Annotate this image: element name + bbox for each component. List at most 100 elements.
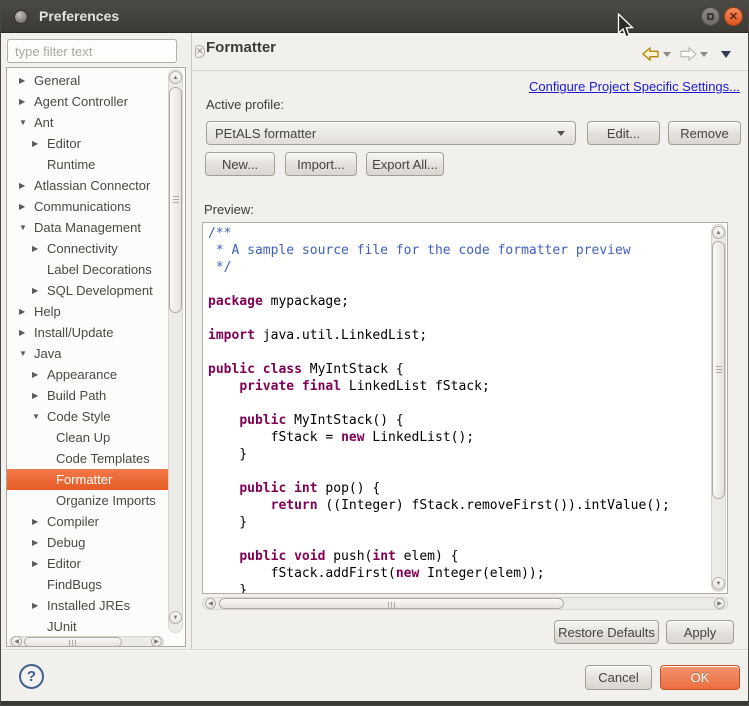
sidebar-item-findbugs[interactable]: FindBugs: [7, 574, 168, 595]
chevron-collapsed-icon[interactable]: ▶: [19, 175, 34, 196]
help-button[interactable]: ?: [19, 664, 44, 689]
filter-input[interactable]: [8, 44, 195, 59]
pane-divider[interactable]: [191, 33, 192, 649]
sidebar-item-help[interactable]: ▶Help: [7, 301, 168, 322]
code-line: [208, 310, 709, 327]
chevron-collapsed-icon[interactable]: ▶: [32, 553, 47, 574]
configure-project-settings-link[interactable]: Configure Project Specific Settings...: [529, 79, 740, 94]
chevron-collapsed-icon[interactable]: ▶: [19, 91, 34, 112]
filter-field[interactable]: ✕: [7, 39, 177, 63]
sidebar-item-install-update[interactable]: ▶Install/Update: [7, 322, 168, 343]
scroll-grip: [173, 196, 179, 203]
sidebar-item-label-decorations[interactable]: Label Decorations: [7, 259, 168, 280]
scroll-down-icon[interactable]: ▼: [169, 611, 182, 624]
remove-button[interactable]: Remove: [668, 121, 741, 145]
restore-defaults-button[interactable]: Restore Defaults: [554, 620, 659, 644]
new-button[interactable]: New...: [205, 152, 275, 176]
scroll-down-icon[interactable]: ▼: [712, 577, 725, 590]
back-button[interactable]: [642, 45, 671, 63]
scroll-left-icon[interactable]: ◀: [11, 636, 22, 647]
forward-menu-caret-icon[interactable]: [700, 52, 708, 57]
scroll-up-icon[interactable]: ▲: [169, 71, 182, 84]
sidebar-item-clean-up[interactable]: Clean Up: [7, 427, 168, 448]
close-button[interactable]: ✕: [724, 7, 743, 26]
sidebar-item-debug[interactable]: ▶Debug: [7, 532, 168, 553]
sidebar-item-communications[interactable]: ▶Communications: [7, 196, 168, 217]
sidebar-item-label: Formatter: [56, 469, 112, 490]
chevron-collapsed-icon[interactable]: ▶: [32, 364, 47, 385]
edit-button[interactable]: Edit...: [587, 121, 660, 145]
chevron-collapsed-icon[interactable]: ▶: [19, 322, 34, 343]
cancel-button[interactable]: Cancel: [585, 665, 652, 690]
preview-vertical-scrollbar[interactable]: ▲ ▼: [711, 224, 726, 592]
sidebar-item-agent-controller[interactable]: ▶Agent Controller: [7, 91, 168, 112]
profile-combo-value: PEtALS formatter: [207, 126, 557, 141]
sidebar-item-label: Help: [34, 301, 61, 322]
forward-arrow-icon: [679, 47, 697, 61]
titlebar[interactable]: Preferences ✕: [1, 1, 749, 33]
preview-scroll-thumb[interactable]: [712, 241, 725, 499]
sidebar-item-runtime[interactable]: Runtime: [7, 154, 168, 175]
scroll-right-icon[interactable]: ▶: [151, 636, 162, 647]
sidebar-item-label: Runtime: [47, 154, 95, 175]
chevron-collapsed-icon[interactable]: ▶: [19, 301, 34, 322]
code-line: import java.util.LinkedList;: [208, 327, 709, 344]
sidebar-item-data-management[interactable]: ▼Data Management: [7, 217, 168, 238]
chevron-expanded-icon[interactable]: ▼: [19, 217, 34, 238]
tree-hscroll-thumb[interactable]: [24, 637, 122, 647]
back-menu-caret-icon[interactable]: [663, 52, 671, 57]
scroll-up-icon[interactable]: ▲: [712, 226, 725, 239]
import-button[interactable]: Import...: [285, 152, 357, 176]
sidebar-item-appearance[interactable]: ▶Appearance: [7, 364, 168, 385]
sidebar-item-code-style[interactable]: ▼Code Style: [7, 406, 168, 427]
chevron-collapsed-icon[interactable]: ▶: [32, 385, 47, 406]
maximize-button[interactable]: [701, 7, 720, 26]
code-line: package mypackage;: [208, 293, 709, 310]
export-all-button[interactable]: Export All...: [366, 152, 444, 176]
scroll-right-icon[interactable]: ▶: [714, 598, 725, 609]
ok-button[interactable]: OK: [660, 665, 740, 690]
sidebar-item-formatter[interactable]: Formatter: [7, 469, 168, 490]
scroll-left-icon[interactable]: ◀: [205, 598, 216, 609]
sidebar-item-editor[interactable]: ▶Editor: [7, 133, 168, 154]
sidebar-item-compiler[interactable]: ▶Compiler: [7, 511, 168, 532]
chevron-collapsed-icon[interactable]: ▶: [32, 595, 47, 616]
sidebar-item-junit[interactable]: JUnit: [7, 616, 168, 637]
sidebar-item-label: Build Path: [47, 385, 106, 406]
apply-button[interactable]: Apply: [666, 620, 734, 644]
chevron-collapsed-icon[interactable]: ▶: [32, 532, 47, 553]
sidebar-item-general[interactable]: ▶General: [7, 70, 168, 91]
chevron-expanded-icon[interactable]: ▼: [19, 112, 34, 133]
chevron-collapsed-icon[interactable]: ▶: [19, 70, 34, 91]
sidebar-item-label: SQL Development: [47, 280, 153, 301]
chevron-expanded-icon[interactable]: ▼: [32, 406, 47, 427]
chevron-collapsed-icon[interactable]: ▶: [32, 238, 47, 259]
tree-scroll-thumb[interactable]: [169, 87, 182, 313]
sidebar-item-label: Organize Imports: [56, 490, 156, 511]
tree-horizontal-scrollbar[interactable]: ◀ ▶: [9, 636, 164, 647]
forward-button[interactable]: [679, 45, 708, 63]
profile-combo[interactable]: PEtALS formatter: [206, 121, 576, 145]
view-menu-button[interactable]: [718, 45, 731, 63]
tree-vertical-scrollbar[interactable]: ▲ ▼: [168, 69, 183, 633]
preview-hscroll-thumb[interactable]: [219, 598, 564, 609]
sidebar-item-editor[interactable]: ▶Editor: [7, 553, 168, 574]
sidebar-item-ant[interactable]: ▼Ant: [7, 112, 168, 133]
clear-filter-icon[interactable]: ✕: [195, 45, 205, 58]
chevron-collapsed-icon[interactable]: ▶: [32, 511, 47, 532]
chevron-collapsed-icon[interactable]: ▶: [19, 196, 34, 217]
sidebar-item-connectivity[interactable]: ▶Connectivity: [7, 238, 168, 259]
sidebar-item-organize-imports[interactable]: Organize Imports: [7, 490, 168, 511]
sidebar-item-sql-development[interactable]: ▶SQL Development: [7, 280, 168, 301]
sidebar-item-label: Label Decorations: [47, 259, 152, 280]
sidebar-item-label: JUnit: [47, 616, 77, 637]
chevron-collapsed-icon[interactable]: ▶: [32, 280, 47, 301]
chevron-collapsed-icon[interactable]: ▶: [32, 133, 47, 154]
sidebar-item-build-path[interactable]: ▶Build Path: [7, 385, 168, 406]
sidebar-item-installed-jres[interactable]: ▶Installed JREs: [7, 595, 168, 616]
chevron-expanded-icon[interactable]: ▼: [19, 343, 34, 364]
preview-horizontal-scrollbar[interactable]: ◀ ▶: [202, 597, 728, 610]
sidebar-item-atlassian-connector[interactable]: ▶Atlassian Connector: [7, 175, 168, 196]
sidebar-item-java[interactable]: ▼Java: [7, 343, 168, 364]
sidebar-item-code-templates[interactable]: Code Templates: [7, 448, 168, 469]
